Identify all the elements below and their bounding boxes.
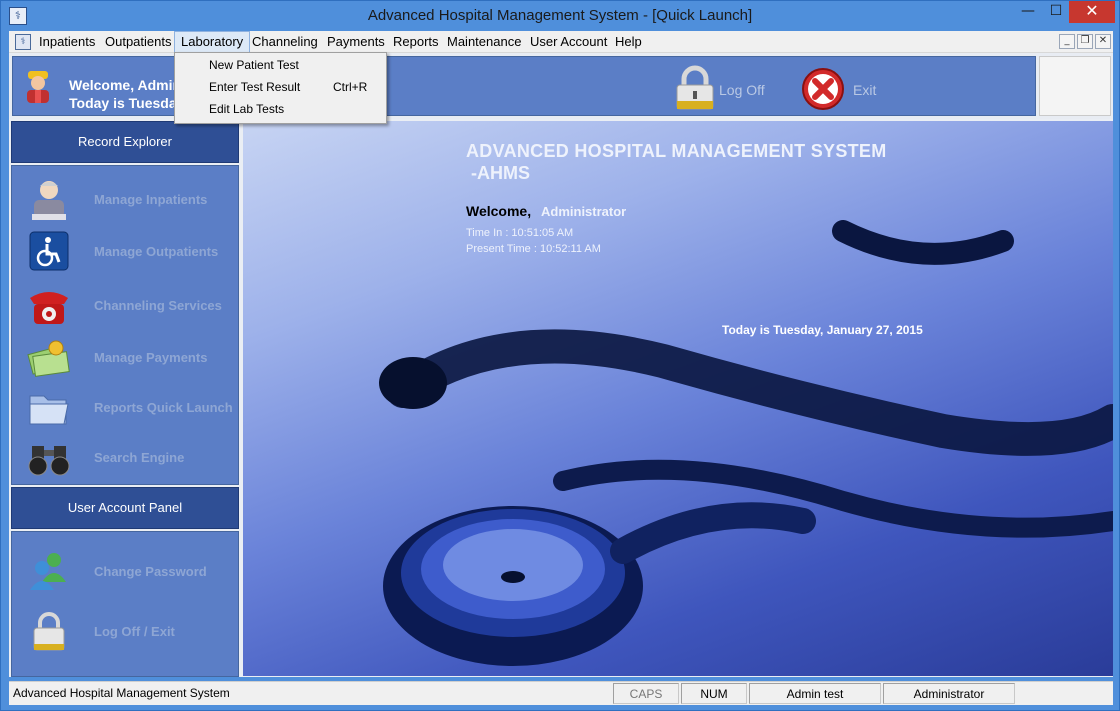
status-user: Admin test: [749, 683, 881, 704]
menu-payments[interactable]: Payments: [321, 31, 391, 53]
stethoscope-image: [379, 220, 1113, 666]
exit-button[interactable]: Exit: [791, 65, 901, 111]
welcome-banner: Welcome, Admini Today is Tuesday Log Off…: [12, 56, 1036, 116]
status-bar: Advanced Hospital Management System CAPS…: [9, 681, 1113, 705]
window-title: Advanced Hospital Management System - [Q…: [367, 7, 753, 24]
welcome-text: Welcome, Admini: [69, 77, 185, 93]
application-window: ⚕ Advanced Hospital Management System - …: [0, 0, 1120, 711]
wheelchair-icon: [29, 231, 69, 271]
menu-outpatients[interactable]: Outpatients: [99, 31, 178, 53]
sidebar-item-label: Manage Payments: [94, 350, 208, 365]
exit-icon: [802, 68, 844, 110]
sidebar-item-change-password[interactable]: Change Password: [22, 546, 237, 596]
sidebar-item-channeling-services[interactable]: Channeling Services: [22, 280, 237, 330]
hero-title: ADVANCED HOSPITAL MANAGEMENT SYSTEM: [466, 141, 887, 161]
sidebar-item-manage-outpatients[interactable]: Manage Outpatients: [22, 226, 237, 276]
welcome-user: Administrator: [541, 204, 627, 219]
close-button[interactable]: ✕: [1069, 1, 1115, 23]
sidebar-item-label: Manage Inpatients: [94, 192, 208, 207]
status-num: NUM: [681, 683, 747, 704]
menu-enter-test-result[interactable]: Enter Test Result Ctrl+R: [177, 77, 384, 97]
lock-icon: [676, 65, 714, 110]
menu-item-label: Edit Lab Tests: [209, 102, 285, 116]
record-explorer-header[interactable]: Record Explorer: [11, 121, 239, 163]
present-time-text: Present Time : 10:52:11 AM: [466, 243, 601, 255]
menu-maintenance[interactable]: Maintenance: [441, 31, 527, 53]
sidebar-item-label: Reports Quick Launch: [94, 400, 233, 415]
hero-image: ADVANCED HOSPITAL MANAGEMENT SYSTEM -AHM…: [243, 121, 1113, 676]
hero-subtitle: -AHMS: [471, 163, 530, 183]
log-off-label: Log Off: [719, 82, 765, 98]
sidebar-item-log-off-exit[interactable]: Log Off / Exit: [22, 606, 237, 656]
sidebar-item-search-engine[interactable]: Search Engine: [22, 432, 237, 482]
menu-new-patient-test[interactable]: New Patient Test: [177, 55, 384, 75]
log-off-button[interactable]: Log Off: [665, 65, 795, 111]
user-avatar-icon: [27, 71, 49, 103]
sidebar-item-manage-inpatients[interactable]: Manage Inpatients: [22, 174, 237, 224]
sidebar-item-label: Change Password: [94, 564, 207, 579]
today-date-text: Today is Tuesday, January 27, 2015: [722, 323, 923, 337]
lock-icon: [33, 612, 65, 651]
status-role: Administrator: [883, 683, 1015, 704]
menu-item-label: New Patient Test: [209, 58, 299, 72]
menu-help[interactable]: Help: [609, 31, 648, 53]
sidebar-item-manage-payments[interactable]: Manage Payments: [22, 332, 237, 382]
document-icon[interactable]: ⚕: [15, 34, 31, 50]
status-caps: CAPS: [613, 683, 679, 704]
laboratory-dropdown: New Patient Test Enter Test Result Ctrl+…: [174, 52, 387, 124]
sidebar-item-label: Search Engine: [94, 450, 185, 465]
menu-user-account[interactable]: User Account: [524, 31, 613, 53]
users-icon: [30, 553, 66, 590]
main-content: ADVANCED HOSPITAL MANAGEMENT SYSTEM -AHM…: [241, 119, 1113, 677]
hero-welcome: Welcome, Administrator: [466, 203, 626, 219]
mdi-close-button[interactable]: ✕: [1095, 34, 1111, 49]
menu-bar: ⚕ Inpatients Outpatients Laboratory Chan…: [9, 31, 1113, 53]
header-blank-panel: [1039, 56, 1111, 116]
record-explorer-panel: Manage Inpatients Manage Outpatients Cha…: [11, 165, 239, 485]
sidebar-item-reports-quick-launch[interactable]: Reports Quick Launch: [22, 382, 237, 432]
title-bar[interactable]: ⚕ Advanced Hospital Management System - …: [1, 1, 1119, 31]
mdi-minimize-button[interactable]: _: [1059, 34, 1075, 49]
sidebar-item-label: Log Off / Exit: [94, 624, 175, 639]
menu-reports[interactable]: Reports: [387, 31, 445, 53]
telephone-icon: [30, 292, 68, 324]
sidebar-item-label: Channeling Services: [94, 298, 222, 313]
binoculars-icon: [28, 446, 70, 476]
nurse-icon: [32, 181, 66, 220]
user-account-panel-header[interactable]: User Account Panel: [11, 487, 239, 529]
sidebar: Record Explorer Manage Inpatients Manage…: [9, 119, 241, 677]
status-app-name: Advanced Hospital Management System: [13, 686, 230, 700]
menu-inpatients[interactable]: Inpatients: [33, 31, 101, 53]
menu-edit-lab-tests[interactable]: Edit Lab Tests: [177, 99, 384, 119]
folder-icon: [29, 395, 69, 425]
mdi-restore-button[interactable]: ❐: [1077, 34, 1093, 49]
menu-item-label: Enter Test Result: [209, 80, 301, 94]
sidebar-item-label: Manage Outpatients: [94, 244, 219, 259]
welcome-label: Welcome,: [466, 203, 532, 219]
maximize-button[interactable]: ☐: [1043, 1, 1069, 23]
menu-channeling[interactable]: Channeling: [246, 31, 324, 53]
minimize-button[interactable]: —: [1015, 1, 1041, 23]
exit-label: Exit: [853, 82, 877, 98]
today-text: Today is Tuesday: [69, 95, 185, 111]
menu-laboratory[interactable]: Laboratory: [174, 31, 251, 53]
user-account-panel: Change Password Log Off / Exit: [11, 531, 239, 677]
menu-item-shortcut: Ctrl+R: [333, 80, 368, 94]
time-in-text: Time In : 10:51:05 AM: [466, 227, 574, 239]
money-icon: [27, 340, 70, 377]
